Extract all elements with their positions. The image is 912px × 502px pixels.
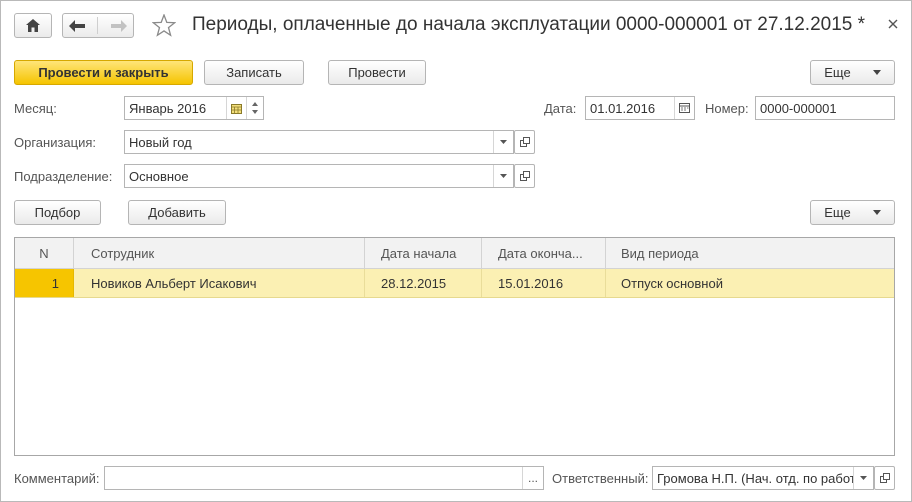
month-field[interactable]: Январь 2016 [124, 96, 264, 120]
open-icon [879, 473, 890, 483]
select-button[interactable]: Подбор [14, 200, 101, 225]
home-icon [26, 19, 40, 32]
forward-arrow-icon [110, 19, 127, 32]
number-field[interactable]: 0000-000001 [755, 96, 895, 120]
cell-start-date: 28.12.2015 [365, 269, 482, 297]
dropdown-icon [860, 476, 867, 480]
date-calendar-button[interactable] [674, 97, 694, 119]
column-header-n[interactable]: N [15, 238, 74, 269]
open-icon [519, 137, 530, 147]
month-calendar-button[interactable] [226, 97, 246, 119]
calendar-icon [231, 103, 242, 114]
department-open-button[interactable] [514, 164, 535, 188]
close-icon [888, 19, 898, 29]
responsible-open-button[interactable] [874, 466, 895, 490]
favorite-button[interactable] [151, 13, 177, 40]
table-header: N Сотрудник Дата начала Дата оконча... В… [15, 238, 894, 269]
dropdown-icon [872, 210, 881, 215]
column-header-employee[interactable]: Сотрудник [74, 238, 365, 269]
save-button[interactable]: Записать [204, 60, 304, 85]
comment-edit-button[interactable]: ... [522, 467, 543, 489]
document-window: Периоды, оплаченные до начала эксплуатац… [0, 0, 912, 502]
month-value: Январь 2016 [129, 100, 207, 116]
table-row[interactable]: 1 Новиков Альберт Исакович 28.12.2015 15… [15, 269, 894, 298]
organization-dropdown-button[interactable] [493, 131, 513, 153]
department-field[interactable]: Основное [124, 164, 514, 188]
cell-n: 1 [15, 269, 74, 297]
page-title: Периоды, оплаченные до начала эксплуатац… [192, 14, 866, 35]
department-dropdown-button[interactable] [493, 165, 513, 187]
date-value: 01.01.2016 [590, 100, 656, 116]
calendar-icon [679, 103, 690, 113]
history-nav [62, 13, 134, 38]
employees-table[interactable]: N Сотрудник Дата начала Дата оконча... В… [14, 237, 895, 456]
spin-down-icon [252, 110, 258, 114]
more-button[interactable]: Еще [810, 60, 895, 85]
comment-field[interactable]: ... [104, 466, 544, 490]
dropdown-icon [872, 70, 881, 75]
back-arrow-icon [69, 19, 86, 32]
number-label: Номер: [705, 101, 749, 116]
dropdown-icon [500, 174, 507, 178]
close-button[interactable] [888, 17, 898, 32]
add-button[interactable]: Добавить [128, 200, 226, 225]
forward-button[interactable] [110, 19, 127, 32]
number-value: 0000-000001 [760, 100, 837, 116]
column-header-start-date[interactable]: Дата начала [365, 238, 482, 269]
organization-label: Организация: [14, 135, 97, 150]
post-and-close-button[interactable]: Провести и закрыть [14, 60, 193, 85]
organization-field[interactable]: Новый год [124, 130, 514, 154]
table-more-button[interactable]: Еще [810, 200, 895, 225]
organization-value: Новый год [129, 134, 192, 150]
date-label: Дата: [544, 101, 577, 116]
organization-open-button[interactable] [514, 130, 535, 154]
month-spinner[interactable] [246, 97, 263, 119]
comment-label: Комментарий: [14, 471, 100, 486]
cell-employee: Новиков Альберт Исакович [74, 269, 365, 297]
month-label: Месяц: [14, 101, 57, 116]
cell-period-kind: Отпуск основной [621, 275, 723, 291]
back-button[interactable] [69, 19, 86, 32]
home-button[interactable] [14, 13, 52, 38]
responsible-label: Ответственный: [552, 471, 649, 486]
star-icon [151, 13, 177, 37]
more-button-label: Еще [824, 65, 851, 80]
dropdown-icon [500, 140, 507, 144]
responsible-field[interactable]: Громова Н.П. (Нач. отд. по работе [652, 466, 874, 490]
cell-end-date: 15.01.2016 [482, 269, 606, 297]
department-value: Основное [129, 168, 189, 184]
open-icon [519, 171, 530, 181]
date-field[interactable]: 01.01.2016 [585, 96, 695, 120]
responsible-dropdown-button[interactable] [853, 467, 873, 489]
column-header-end-date[interactable]: Дата оконча... [482, 238, 606, 269]
responsible-value: Громова Н.П. (Нач. отд. по работе [657, 470, 853, 486]
post-button[interactable]: Провести [328, 60, 426, 85]
column-header-period-kind[interactable]: Вид периода [606, 238, 894, 269]
table-more-button-label: Еще [824, 205, 851, 220]
spin-up-icon [252, 102, 258, 106]
department-label: Подразделение: [14, 169, 113, 184]
